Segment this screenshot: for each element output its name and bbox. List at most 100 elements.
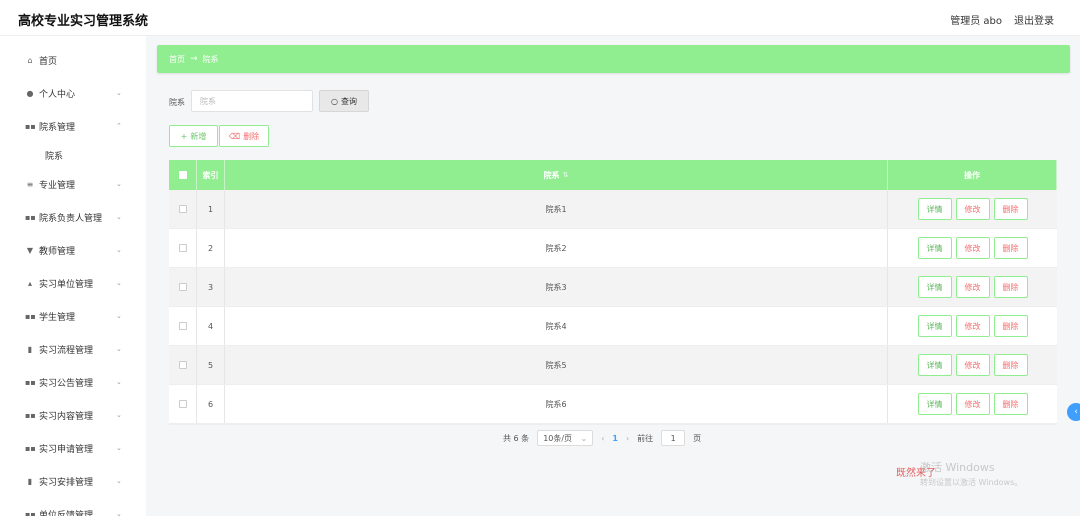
- sidebar-item-label: 院系负责人管理: [39, 213, 103, 224]
- pagination: 共 6 条 10条/页 ⌄ ‹ 1 › 前往 1 页: [503, 430, 701, 446]
- table-header: 索引 院系 ⇅ 操作: [169, 160, 1057, 190]
- delete-button[interactable]: 删除: [993, 276, 1028, 298]
- sidebar-item-teacher[interactable]: ▼ 教师管理 ⌄: [0, 236, 146, 264]
- select-all-checkbox[interactable]: [178, 171, 187, 179]
- row-checkbox[interactable]: [178, 283, 187, 291]
- sidebar-item-label: 实习流程管理: [39, 345, 94, 356]
- search-label: 院系: [169, 98, 185, 107]
- sidebar-item-notice[interactable]: ▪▪ 实习公告管理 ⌄: [0, 368, 146, 396]
- chevron-down-icon: ⌄: [116, 246, 122, 254]
- row-index: 5: [197, 346, 225, 384]
- row-name: 院系3: [225, 268, 888, 306]
- breadcrumb-home[interactable]: 首页: [169, 54, 185, 65]
- delete-button[interactable]: 删除: [993, 393, 1028, 415]
- search-input[interactable]: [191, 90, 313, 112]
- row-checkbox-cell: [169, 268, 197, 306]
- row-ops: 详情 修改 删除: [888, 307, 1057, 345]
- batch-delete-button[interactable]: ⌫ 删除: [219, 125, 269, 147]
- row-index: 3: [197, 268, 225, 306]
- sidebar-item-label: 实习内容管理: [39, 411, 94, 422]
- data-table: 索引 院系 ⇅ 操作 1 院系1 详情 修改 删除 2 院系2 详情 修改 删除 …: [169, 160, 1057, 425]
- table-row: 5 院系5 详情 修改 删除: [169, 346, 1057, 385]
- edit-button[interactable]: 修改: [955, 393, 990, 415]
- watermark: 激活 Windows 转到设置以激活 Windows。 既然来了: [896, 462, 1036, 492]
- home-icon: ⌂: [27, 55, 33, 65]
- chevron-down-icon: ⌄: [116, 444, 122, 452]
- header-name[interactable]: 院系 ⇅: [225, 160, 888, 190]
- page-number-current[interactable]: 1: [612, 434, 618, 443]
- sidebar-item-apply[interactable]: ▪▪ 实习申请管理 ⌄: [0, 434, 146, 462]
- grid-icon: ▪▪: [25, 212, 36, 222]
- query-button[interactable]: ○ 查询: [319, 90, 369, 112]
- delete-button[interactable]: 删除: [993, 198, 1028, 220]
- sidebar-item-home[interactable]: ⌂ 首页: [0, 46, 146, 74]
- detail-button[interactable]: 详情: [917, 276, 952, 298]
- goto-page-input[interactable]: 1: [661, 430, 686, 446]
- edit-button[interactable]: 修改: [955, 315, 990, 337]
- chevron-down-icon: ⌄: [116, 345, 122, 353]
- edit-button[interactable]: 修改: [955, 237, 990, 259]
- sidebar-item-flow[interactable]: ▮ 实习流程管理 ⌄: [0, 335, 146, 363]
- sidebar-item-label: 专业管理: [39, 180, 76, 191]
- table-row: 1 院系1 详情 修改 删除: [169, 190, 1057, 229]
- table-row: 3 院系3 详情 修改 删除: [169, 268, 1057, 307]
- detail-button[interactable]: 详情: [917, 198, 952, 220]
- row-checkbox[interactable]: [178, 205, 187, 213]
- sidebar-item-company[interactable]: ▴ 实习单位管理 ⌄: [0, 269, 146, 297]
- row-checkbox-cell: [169, 307, 197, 345]
- sidebar-item-label: 单位反馈管理: [39, 510, 94, 516]
- prev-page-button[interactable]: ‹: [601, 434, 604, 443]
- batch-delete-button-label: 删除: [243, 131, 260, 141]
- grid-icon: ▪▪: [25, 377, 36, 387]
- edit-button[interactable]: 修改: [955, 276, 990, 298]
- sidebar-item-department[interactable]: ▪▪ 院系管理 ⌃: [0, 112, 146, 140]
- detail-button[interactable]: 详情: [917, 393, 952, 415]
- chevron-down-icon: ⌄: [116, 477, 122, 485]
- detail-button[interactable]: 详情: [917, 237, 952, 259]
- row-checkbox[interactable]: [178, 361, 187, 369]
- row-ops: 详情 修改 删除: [888, 268, 1057, 306]
- row-checkbox-cell: [169, 229, 197, 267]
- add-button[interactable]: + 新增: [169, 125, 218, 147]
- sidebar-item-content[interactable]: ▪▪ 实习内容管理 ⌄: [0, 401, 146, 429]
- row-checkbox[interactable]: [178, 244, 187, 252]
- collapse-tab-icon[interactable]: ‹: [1067, 403, 1080, 421]
- sidebar-item-arrange[interactable]: ▮ 实习安排管理 ⌄: [0, 467, 146, 495]
- sidebar-item-dept-head[interactable]: ▪▪ 院系负责人管理 ⌄: [0, 203, 146, 231]
- delete-button[interactable]: 删除: [993, 237, 1028, 259]
- table-row: 2 院系2 详情 修改 删除: [169, 229, 1057, 268]
- next-page-button[interactable]: ›: [626, 434, 629, 443]
- detail-button[interactable]: 详情: [917, 315, 952, 337]
- sidebar-item-feedback[interactable]: ▪▪ 单位反馈管理 ⌄: [0, 500, 146, 516]
- sidebar-item-label: 实习公告管理: [39, 378, 94, 389]
- row-checkbox[interactable]: [178, 400, 187, 408]
- sidebar-item-major[interactable]: ≡ 专业管理 ⌄: [0, 170, 146, 198]
- breadcrumb: 首页 → 院系: [157, 45, 1070, 73]
- row-checkbox[interactable]: [178, 322, 187, 330]
- delete-button[interactable]: 删除: [993, 354, 1028, 376]
- sidebar-item-label: 首页: [39, 56, 58, 67]
- sidebar-item-personal[interactable]: ● 个人中心 ⌄: [0, 79, 146, 107]
- header-checkbox-cell: [169, 160, 197, 190]
- row-checkbox-cell: [169, 190, 197, 228]
- submenu-item-department[interactable]: 院系: [45, 149, 63, 162]
- logout-link[interactable]: 退出登录: [1014, 12, 1054, 27]
- grid-icon: ▪▪: [25, 443, 36, 453]
- sort-icon[interactable]: ⇅: [563, 171, 569, 179]
- sidebar-item-label: 院系管理: [39, 122, 76, 133]
- add-button-label: 新增: [190, 131, 207, 141]
- flow-icon: ▮: [27, 344, 33, 354]
- sidebar-item-label: 实习单位管理: [39, 279, 94, 290]
- page-size-select[interactable]: 10条/页 ⌄: [537, 430, 594, 446]
- delete-button[interactable]: 删除: [993, 315, 1028, 337]
- sidebar-item-label: 实习安排管理: [39, 477, 94, 488]
- edit-button[interactable]: 修改: [955, 198, 990, 220]
- row-ops: 详情 修改 删除: [888, 385, 1057, 423]
- sidebar-item-label: 个人中心: [39, 89, 76, 100]
- row-index: 1: [197, 190, 225, 228]
- row-name: 院系5: [225, 346, 888, 384]
- table-row: 4 院系4 详情 修改 删除: [169, 307, 1057, 346]
- sidebar-item-student[interactable]: ▪▪ 学生管理 ⌄: [0, 302, 146, 330]
- detail-button[interactable]: 详情: [917, 354, 952, 376]
- edit-button[interactable]: 修改: [955, 354, 990, 376]
